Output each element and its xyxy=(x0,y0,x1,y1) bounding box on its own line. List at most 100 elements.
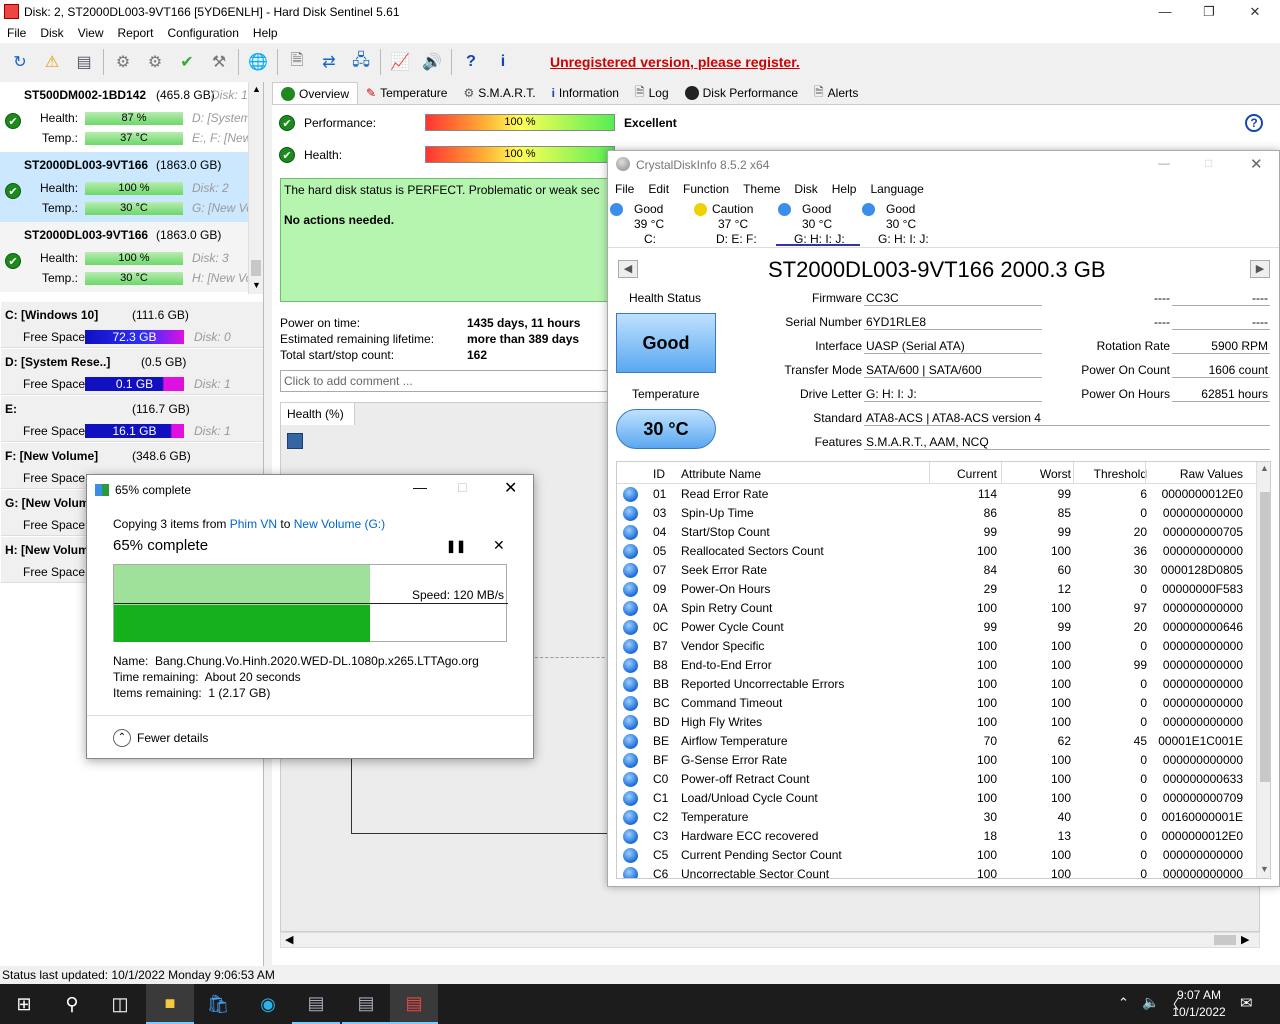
disk-icon[interactable]: ▤ xyxy=(70,48,98,76)
cdi-menu-function[interactable]: Function xyxy=(676,182,736,200)
destination-link[interactable]: New Volume (G:) xyxy=(294,517,385,531)
crystaldiskinfo-taskbar-icon[interactable]: ▤ xyxy=(342,984,390,1024)
column-threshold[interactable]: Threshold xyxy=(1073,467,1147,481)
info-icon[interactable]: i xyxy=(489,48,517,76)
maximize-icon[interactable]: □ xyxy=(458,479,466,495)
cdi-menu-file[interactable]: File xyxy=(608,182,641,200)
smart-row[interactable]: C3 Hardware ECC recovered 18 13 0 0000000012E… xyxy=(617,827,1257,846)
smart-scrollbar[interactable]: ▲ ▼ xyxy=(1256,462,1270,878)
tab-disk-performance[interactable]: Disk Performance xyxy=(677,82,806,104)
store-icon[interactable]: 🛍 xyxy=(194,984,242,1024)
edge-icon[interactable]: ◉ xyxy=(244,984,292,1024)
notification-icon[interactable]: ✉ xyxy=(1240,994,1253,1012)
cdi-menu-language[interactable]: Language xyxy=(863,182,930,200)
column-current[interactable]: Current xyxy=(929,467,997,481)
network-icon[interactable]: 🖧 xyxy=(347,48,375,76)
volume-icon[interactable]: 🔈 xyxy=(1142,994,1159,1011)
sound-icon[interactable]: 🔊 xyxy=(418,48,446,76)
menu-help[interactable]: Help xyxy=(246,26,285,40)
smart-row[interactable]: 01 Read Error Rate 114 99 6 0000000012E0 xyxy=(617,485,1257,504)
tray-chevron-icon[interactable]: ⌃ xyxy=(1118,995,1129,1011)
tab-information[interactable]: i Information xyxy=(544,82,627,104)
disk-check-icon[interactable]: ✔ xyxy=(173,48,201,76)
clock-date[interactable]: 10/1/2022 xyxy=(1168,1005,1230,1019)
globe-icon[interactable]: 🌐 xyxy=(244,48,272,76)
scroll-up-icon[interactable]: ▲ xyxy=(252,84,261,94)
cdi-menu-edit[interactable]: Edit xyxy=(641,182,676,200)
comment-input[interactable]: Click to add comment ... xyxy=(280,370,610,392)
menu-file[interactable]: File xyxy=(0,26,33,40)
save-icon[interactable] xyxy=(287,433,303,449)
smart-row[interactable]: C2 Temperature 30 40 0 00160000001E xyxy=(617,808,1257,827)
search-icon[interactable]: ⚲ xyxy=(48,984,96,1024)
volume-item[interactable]: C: [Windows 10] (111.6 GB) Free Space 72… xyxy=(1,302,263,348)
cancel-copy-button[interactable]: ✕ xyxy=(493,537,505,554)
smart-row[interactable]: 03 Spin-Up Time 86 85 0 000000000000 xyxy=(617,504,1257,523)
menu-configuration[interactable]: Configuration xyxy=(161,26,246,40)
column-worst[interactable]: Worst xyxy=(1001,467,1071,481)
cdi-drive-tab[interactable]: Good 30 °C G: H: I: J: xyxy=(860,200,944,246)
tab-alerts[interactable]: 🗎 Alerts xyxy=(806,82,866,104)
volume-item[interactable]: D: [System Rese..] (0.5 GB) Free Space 0… xyxy=(1,349,263,395)
sync-icon[interactable]: ⇄ xyxy=(315,48,343,76)
source-link[interactable]: Phim VN xyxy=(230,517,277,531)
warning-icon[interactable]: ⚠ xyxy=(38,48,66,76)
smart-row[interactable]: 0A Spin Retry Count 100 100 97 000000000000 xyxy=(617,599,1257,618)
help-icon[interactable]: ? xyxy=(1245,114,1263,132)
scroll-right-icon[interactable]: ▶ xyxy=(1241,933,1249,946)
report-icon[interactable]: 🗎 xyxy=(283,48,311,76)
cdi-menu-disk[interactable]: Disk xyxy=(787,182,824,200)
prev-disk-button[interactable]: ◀ xyxy=(618,260,638,278)
file-explorer-icon[interactable]: ■ xyxy=(146,984,194,1024)
close-icon[interactable]: ✕ xyxy=(504,478,517,498)
column-raw-values[interactable]: Raw Values xyxy=(1147,467,1243,481)
disk-tools-icon[interactable]: ⚒ xyxy=(205,48,233,76)
scroll-up-icon[interactable]: ▲ xyxy=(1260,463,1269,473)
hdsentinel-taskbar-icon[interactable]: ▤ xyxy=(390,984,438,1024)
column-id[interactable]: ID xyxy=(653,467,665,481)
scroll-down-icon[interactable]: ▼ xyxy=(252,280,261,290)
chevron-up-icon[interactable]: ⌃ xyxy=(113,729,131,747)
health-status-button[interactable]: Good xyxy=(616,313,716,373)
smart-row[interactable]: 0C Power Cycle Count 99 99 20 000000000646 xyxy=(617,618,1257,637)
smart-row[interactable]: 09 Power-On Hours 29 12 0 00000000F583 xyxy=(617,580,1257,599)
smart-row[interactable]: B7 Vendor Specific 100 100 0 000000000000 xyxy=(617,637,1257,656)
tab-health-percent[interactable]: Health (%) xyxy=(281,403,355,425)
close-icon[interactable]: ✕ xyxy=(1250,155,1263,173)
help-icon[interactable]: ? xyxy=(457,48,485,76)
scroll-thumb[interactable] xyxy=(1214,935,1236,945)
refresh-icon[interactable]: ↻ xyxy=(6,48,34,76)
tab-temperature[interactable]: ✎ Temperature xyxy=(358,82,455,104)
next-disk-button[interactable]: ▶ xyxy=(1250,260,1270,278)
register-link[interactable]: Unregistered version, please register. xyxy=(550,54,800,70)
clock-time[interactable]: 9:07 AM xyxy=(1168,988,1230,1002)
scroll-thumb[interactable] xyxy=(1260,492,1270,782)
smart-row[interactable]: C6 Uncorrectable Sector Count 100 100 0 00000… xyxy=(617,865,1257,878)
smart-row[interactable]: BE Airflow Temperature 70 62 45 00001E1C001E xyxy=(617,732,1257,751)
scroll-down-icon[interactable]: ▼ xyxy=(1260,864,1269,874)
smart-row[interactable]: C5 Current Pending Sector Count 100 100 0 000… xyxy=(617,846,1257,865)
minimize-icon[interactable]: — xyxy=(1142,0,1188,23)
disk-item-selected[interactable]: ST2000DL003-9VT166 (1863.0 GB) ✔ Health:… xyxy=(0,152,252,222)
smart-row[interactable]: BC Command Timeout 100 100 0 000000000000 xyxy=(617,694,1257,713)
cdi-drive-tab[interactable]: Caution 37 °C D: E: F: xyxy=(692,200,776,246)
surface-test-icon[interactable]: ⚙ xyxy=(141,48,169,76)
smart-row[interactable]: C0 Power-off Retract Count 100 100 0 00000000… xyxy=(617,770,1257,789)
column-attribute-name[interactable]: Attribute Name xyxy=(681,467,761,481)
maximize-icon[interactable]: □ xyxy=(1205,156,1212,170)
smart-row[interactable]: 07 Seek Error Rate 84 60 30 0000128D0805 xyxy=(617,561,1257,580)
chart-icon[interactable]: 📈 xyxy=(386,48,414,76)
disk-app-icon[interactable]: ▤ xyxy=(292,984,340,1024)
scroll-left-icon[interactable]: ◀ xyxy=(285,933,293,946)
restore-icon[interactable]: ❐ xyxy=(1186,0,1232,23)
smart-row[interactable]: BB Reported Uncorrectable Errors 100 100 0 00… xyxy=(617,675,1257,694)
disk-test-icon[interactable]: ⚙ xyxy=(109,48,137,76)
volume-item[interactable]: E: (116.7 GB) Free Space 16.1 GB Disk: 1 xyxy=(1,396,263,442)
cdi-drive-tab-selected[interactable]: Good 30 °C G: H: I: J: xyxy=(776,200,860,246)
tab-overview[interactable]: Overview xyxy=(272,82,359,104)
task-view-icon[interactable]: ◫ xyxy=(96,984,144,1024)
windows-start-icon[interactable]: ⊞ xyxy=(0,984,48,1024)
smart-row[interactable]: BF G-Sense Error Rate 100 100 0 000000000000 xyxy=(617,751,1257,770)
menu-disk[interactable]: Disk xyxy=(33,26,70,40)
smart-row[interactable]: B8 End-to-End Error 100 100 99 000000000000 xyxy=(617,656,1257,675)
